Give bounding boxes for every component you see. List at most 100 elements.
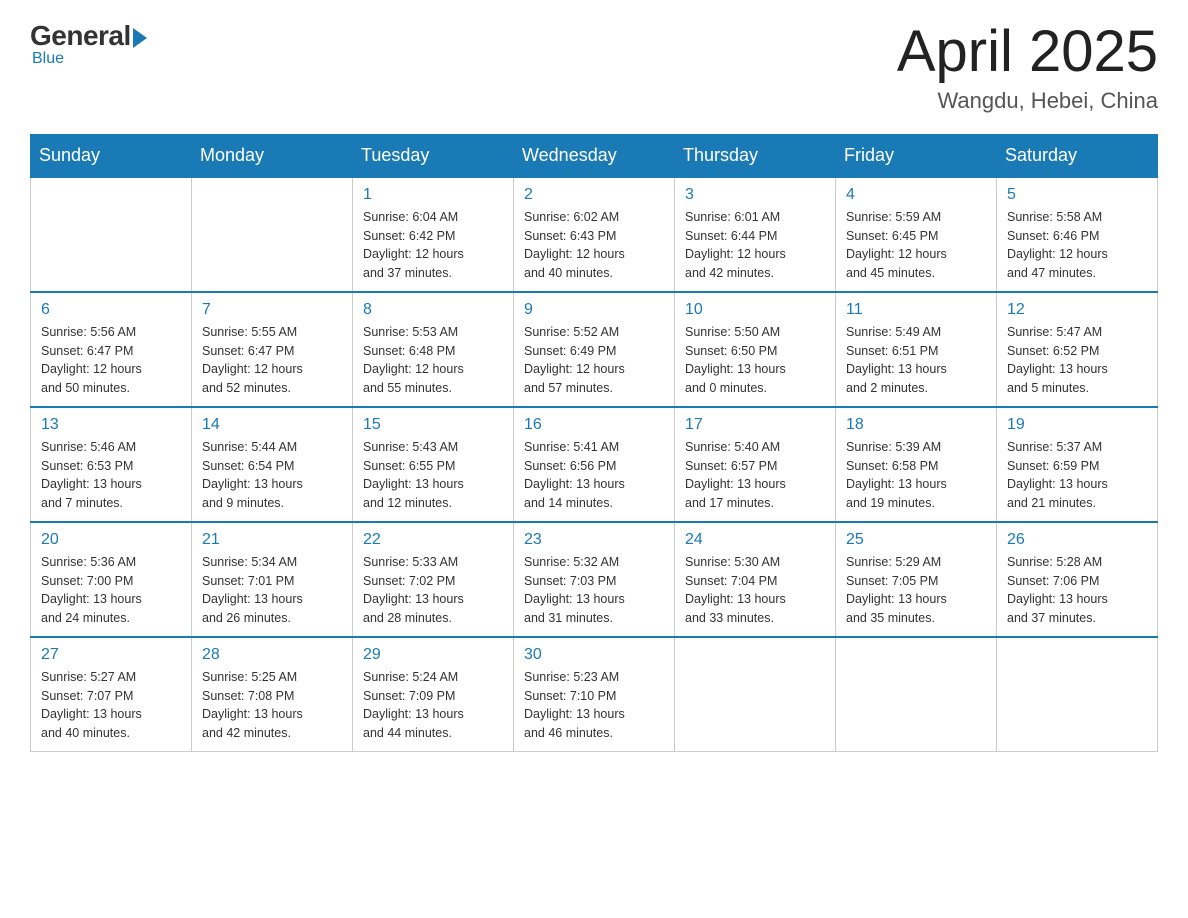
calendar-cell: 14 Sunrise: 5:44 AM Sunset: 6:54 PM Dayli… <box>192 407 353 522</box>
day-number: 11 <box>846 301 986 319</box>
day-info: Sunrise: 5:25 AM Sunset: 7:08 PM Dayligh… <box>202 668 342 743</box>
day-number: 22 <box>363 531 503 549</box>
calendar-cell: 15 Sunrise: 5:43 AM Sunset: 6:55 PM Dayli… <box>353 407 514 522</box>
day-number: 12 <box>1007 301 1147 319</box>
calendar-cell: 11 Sunrise: 5:49 AM Sunset: 6:51 PM Dayli… <box>836 292 997 407</box>
day-info: Sunrise: 5:52 AM Sunset: 6:49 PM Dayligh… <box>524 323 664 398</box>
calendar-header-row: SundayMondayTuesdayWednesdayThursdayFrid… <box>31 134 1158 177</box>
day-number: 9 <box>524 301 664 319</box>
day-info: Sunrise: 5:39 AM Sunset: 6:58 PM Dayligh… <box>846 438 986 513</box>
calendar-cell: 16Sunrise: 5:41 AM Sunset: 6:56 PM Dayli… <box>514 407 675 522</box>
calendar-cell: 25 Sunrise: 5:29 AM Sunset: 7:05 PM Dayli… <box>836 522 997 637</box>
weekday-header-friday: Friday <box>836 134 997 177</box>
calendar-cell: 1Sunrise: 6:04 AM Sunset: 6:42 PM Daylig… <box>353 177 514 292</box>
weekday-header-monday: Monday <box>192 134 353 177</box>
day-number: 29 <box>363 646 503 664</box>
day-number: 28 <box>202 646 342 664</box>
day-info: Sunrise: 5:30 AM Sunset: 7:04 PM Dayligh… <box>685 553 825 628</box>
day-number: 26 <box>1007 531 1147 549</box>
title-area: April 2025 Wangdu, Hebei, China <box>897 20 1158 114</box>
day-info: Sunrise: 5:34 AM Sunset: 7:01 PM Dayligh… <box>202 553 342 628</box>
day-number: 24 <box>685 531 825 549</box>
day-info: Sunrise: 5:32 AM Sunset: 7:03 PM Dayligh… <box>524 553 664 628</box>
day-info: Sunrise: 5:36 AM Sunset: 7:00 PM Dayligh… <box>41 553 181 628</box>
day-info: Sunrise: 5:44 AM Sunset: 6:54 PM Dayligh… <box>202 438 342 513</box>
day-info: Sunrise: 5:29 AM Sunset: 7:05 PM Dayligh… <box>846 553 986 628</box>
logo-triangle-icon <box>133 28 147 48</box>
calendar-cell: 19 Sunrise: 5:37 AM Sunset: 6:59 PM Dayli… <box>997 407 1158 522</box>
day-info: Sunrise: 5:49 AM Sunset: 6:51 PM Dayligh… <box>846 323 986 398</box>
day-number: 5 <box>1007 186 1147 204</box>
calendar-cell <box>997 637 1158 752</box>
logo-general-text: General <box>30 20 131 52</box>
calendar-cell: 17Sunrise: 5:40 AM Sunset: 6:57 PM Dayli… <box>675 407 836 522</box>
day-info: Sunrise: 5:40 AM Sunset: 6:57 PM Dayligh… <box>685 438 825 513</box>
week-row-2: 6Sunrise: 5:56 AM Sunset: 6:47 PM Daylig… <box>31 292 1158 407</box>
day-info: Sunrise: 6:01 AM Sunset: 6:44 PM Dayligh… <box>685 208 825 283</box>
day-number: 18 <box>846 416 986 434</box>
calendar-cell: 13Sunrise: 5:46 AM Sunset: 6:53 PM Dayli… <box>31 407 192 522</box>
day-number: 13 <box>41 416 181 434</box>
day-info: Sunrise: 5:27 AM Sunset: 7:07 PM Dayligh… <box>41 668 181 743</box>
day-info: Sunrise: 5:24 AM Sunset: 7:09 PM Dayligh… <box>363 668 503 743</box>
week-row-3: 13Sunrise: 5:46 AM Sunset: 6:53 PM Dayli… <box>31 407 1158 522</box>
day-info: Sunrise: 5:28 AM Sunset: 7:06 PM Dayligh… <box>1007 553 1147 628</box>
weekday-header-tuesday: Tuesday <box>353 134 514 177</box>
week-row-4: 20 Sunrise: 5:36 AM Sunset: 7:00 PM Dayli… <box>31 522 1158 637</box>
day-info: Sunrise: 5:47 AM Sunset: 6:52 PM Dayligh… <box>1007 323 1147 398</box>
calendar-cell: 29 Sunrise: 5:24 AM Sunset: 7:09 PM Dayli… <box>353 637 514 752</box>
calendar-cell <box>31 177 192 292</box>
weekday-header-wednesday: Wednesday <box>514 134 675 177</box>
page-header: General Blue April 2025 Wangdu, Hebei, C… <box>30 20 1158 114</box>
day-number: 15 <box>363 416 503 434</box>
calendar-cell: 22Sunrise: 5:33 AM Sunset: 7:02 PM Dayli… <box>353 522 514 637</box>
calendar-cell: 20 Sunrise: 5:36 AM Sunset: 7:00 PM Dayli… <box>31 522 192 637</box>
day-number: 10 <box>685 301 825 319</box>
weekday-header-thursday: Thursday <box>675 134 836 177</box>
calendar-cell: 10 Sunrise: 5:50 AM Sunset: 6:50 PM Dayli… <box>675 292 836 407</box>
day-info: Sunrise: 6:02 AM Sunset: 6:43 PM Dayligh… <box>524 208 664 283</box>
calendar-cell: 7 Sunrise: 5:55 AM Sunset: 6:47 PM Daylig… <box>192 292 353 407</box>
day-number: 30 <box>524 646 664 664</box>
weekday-header-saturday: Saturday <box>997 134 1158 177</box>
day-info: Sunrise: 5:23 AM Sunset: 7:10 PM Dayligh… <box>524 668 664 743</box>
day-number: 14 <box>202 416 342 434</box>
calendar-cell <box>836 637 997 752</box>
calendar-cell: 8Sunrise: 5:53 AM Sunset: 6:48 PM Daylig… <box>353 292 514 407</box>
day-info: Sunrise: 5:59 AM Sunset: 6:45 PM Dayligh… <box>846 208 986 283</box>
calendar-cell <box>192 177 353 292</box>
calendar-cell: 12 Sunrise: 5:47 AM Sunset: 6:52 PM Dayli… <box>997 292 1158 407</box>
day-number: 25 <box>846 531 986 549</box>
month-title: April 2025 <box>897 20 1158 84</box>
day-number: 23 <box>524 531 664 549</box>
day-number: 20 <box>41 531 181 549</box>
calendar-cell: 3 Sunrise: 6:01 AM Sunset: 6:44 PM Daylig… <box>675 177 836 292</box>
calendar-table: SundayMondayTuesdayWednesdayThursdayFrid… <box>30 134 1158 752</box>
calendar-cell: 4 Sunrise: 5:59 AM Sunset: 6:45 PM Daylig… <box>836 177 997 292</box>
day-number: 4 <box>846 186 986 204</box>
calendar-cell: 27 Sunrise: 5:27 AM Sunset: 7:07 PM Dayli… <box>31 637 192 752</box>
day-number: 7 <box>202 301 342 319</box>
logo-blue-text: Blue <box>32 50 64 68</box>
day-number: 19 <box>1007 416 1147 434</box>
day-number: 21 <box>202 531 342 549</box>
day-number: 8 <box>363 301 503 319</box>
calendar-cell: 2Sunrise: 6:02 AM Sunset: 6:43 PM Daylig… <box>514 177 675 292</box>
day-info: Sunrise: 5:50 AM Sunset: 6:50 PM Dayligh… <box>685 323 825 398</box>
day-info: Sunrise: 5:58 AM Sunset: 6:46 PM Dayligh… <box>1007 208 1147 283</box>
day-info: Sunrise: 6:04 AM Sunset: 6:42 PM Dayligh… <box>363 208 503 283</box>
day-info: Sunrise: 5:37 AM Sunset: 6:59 PM Dayligh… <box>1007 438 1147 513</box>
calendar-cell: 24 Sunrise: 5:30 AM Sunset: 7:04 PM Dayli… <box>675 522 836 637</box>
day-info: Sunrise: 5:55 AM Sunset: 6:47 PM Dayligh… <box>202 323 342 398</box>
day-number: 27 <box>41 646 181 664</box>
calendar-cell: 28 Sunrise: 5:25 AM Sunset: 7:08 PM Dayli… <box>192 637 353 752</box>
location-text: Wangdu, Hebei, China <box>897 88 1158 114</box>
calendar-cell: 9 Sunrise: 5:52 AM Sunset: 6:49 PM Daylig… <box>514 292 675 407</box>
day-info: Sunrise: 5:56 AM Sunset: 6:47 PM Dayligh… <box>41 323 181 398</box>
day-info: Sunrise: 5:43 AM Sunset: 6:55 PM Dayligh… <box>363 438 503 513</box>
day-number: 3 <box>685 186 825 204</box>
calendar-cell: 5 Sunrise: 5:58 AM Sunset: 6:46 PM Daylig… <box>997 177 1158 292</box>
calendar-cell: 30 Sunrise: 5:23 AM Sunset: 7:10 PM Dayli… <box>514 637 675 752</box>
logo: General Blue <box>30 20 147 68</box>
calendar-cell: 6Sunrise: 5:56 AM Sunset: 6:47 PM Daylig… <box>31 292 192 407</box>
